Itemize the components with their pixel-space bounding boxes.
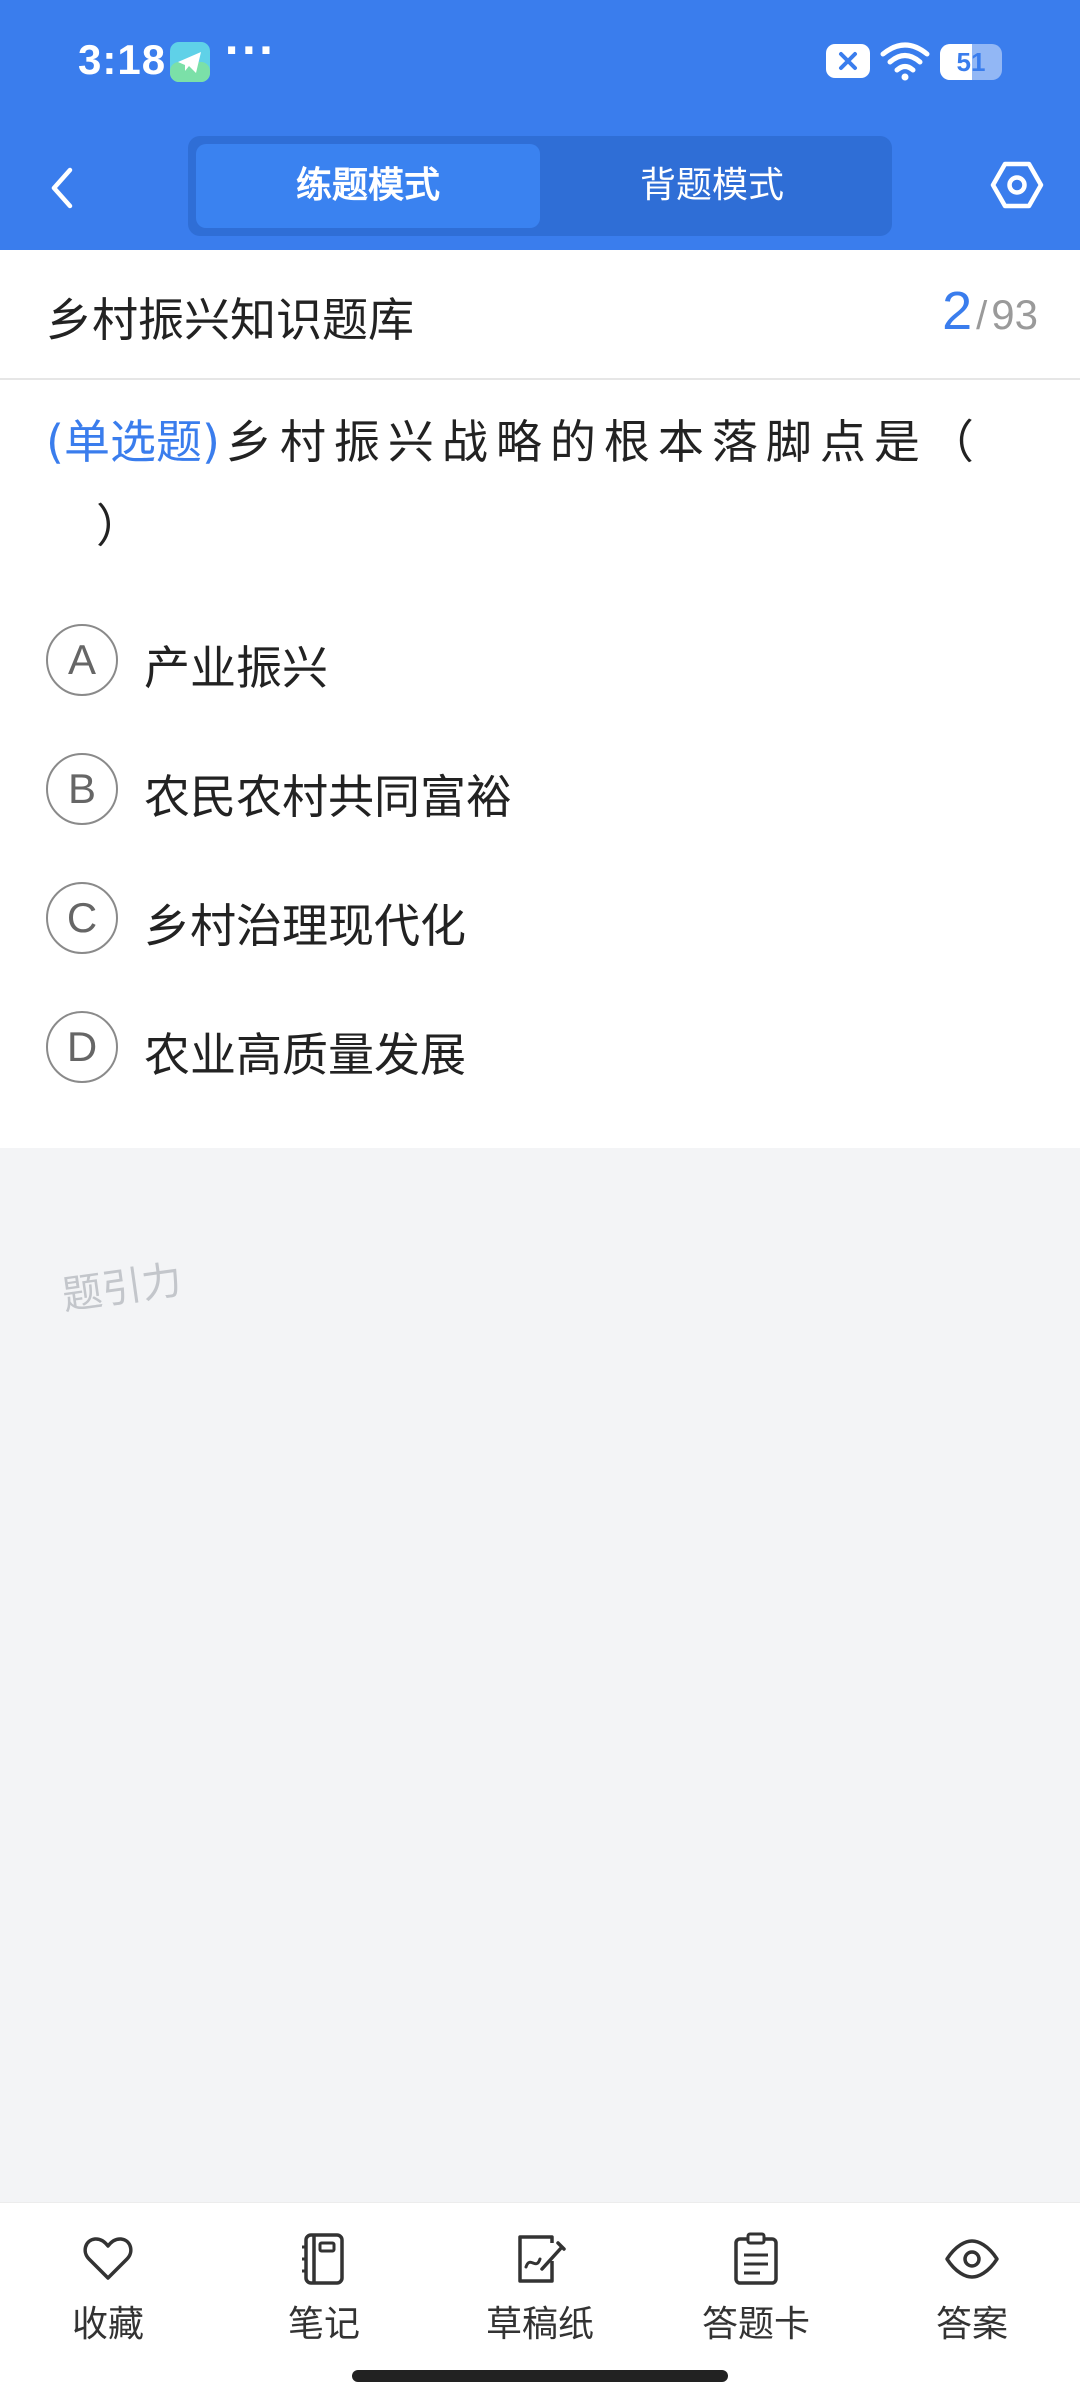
tool-label: 答案 (935, 2304, 1008, 2345)
watermark: 题引力 (59, 1257, 185, 1320)
tool-label: 草稿纸 (485, 2304, 594, 2345)
favorite-button[interactable]: 收藏 (0, 2203, 216, 2353)
notes-button[interactable]: 笔记 (216, 2203, 432, 2353)
question-bank-row: 乡村振兴知识题库 2/93 (0, 250, 1080, 380)
question-progress[interactable]: 2/93 (942, 280, 1038, 342)
home-indicator[interactable] (352, 2370, 728, 2382)
option-d[interactable]: D 农业高质量发展 (46, 1011, 1006, 1087)
option-text: 农业高质量发展 (144, 1028, 466, 1082)
answer-button[interactable]: 答案 (864, 2203, 1080, 2353)
mode-switch: 练题模式 背题模式 (188, 136, 892, 236)
tool-label: 答题卡 (701, 2304, 810, 2345)
progress-current: 2 (942, 281, 973, 341)
battery-level: 51 (956, 47, 986, 77)
question-card: 乡村振兴知识题库 2/93 (单选题) 乡村振兴战略的根本落脚点是（ ） A 产业… (0, 250, 1080, 1148)
progress-total: 93 (991, 291, 1038, 338)
header: 3:18 ··· 51 练题模式 背题模式 (0, 0, 1080, 250)
option-text: 乡村治理现代化 (144, 899, 466, 953)
back-icon[interactable] (44, 162, 80, 214)
settings-icon[interactable] (990, 158, 1044, 212)
option-b[interactable]: B 农民农村共同富裕 (46, 753, 1006, 829)
option-a[interactable]: A 产业振兴 (46, 624, 1006, 700)
sim-off-icon (826, 44, 870, 78)
question-text-closing: ） (96, 499, 150, 553)
question-text: 乡村振兴战略的根本落脚点是（ (225, 415, 982, 469)
answer-card-icon (734, 2232, 778, 2285)
option-letter: D (46, 1011, 118, 1083)
option-text: 农民农村共同富裕 (144, 770, 512, 824)
option-text: 产业振兴 (144, 641, 328, 695)
eye-icon (945, 2239, 999, 2279)
status-more-dots: ··· (224, 28, 276, 74)
tool-label: 笔记 (287, 2304, 360, 2345)
telegram-icon (170, 42, 210, 82)
tool-label: 收藏 (71, 2304, 144, 2345)
nav-bar: 练题模式 背题模式 (0, 126, 1080, 250)
battery-icon: 51 (940, 44, 1002, 80)
option-letter: C (46, 882, 118, 954)
progress-separator: / (976, 294, 988, 338)
notebook-icon (302, 2233, 344, 2285)
question-type: (单选题) (46, 415, 220, 469)
quiz-screen: 3:18 ··· 51 练题模式 背题模式 乡村振兴知识题库 2 /93 (单选… (0, 0, 1080, 2400)
status-time: 3:18 (78, 36, 167, 83)
status-bar: 3:18 ··· 51 (0, 0, 1080, 126)
tab-practice-mode[interactable]: 练题模式 (196, 144, 540, 228)
heart-icon (83, 2237, 133, 2280)
question-stem: (单选题) 乡村振兴战略的根本落脚点是（ ） (46, 400, 1036, 553)
option-c[interactable]: C 乡村治理现代化 (46, 882, 1006, 958)
tab-memorize-mode[interactable]: 背题模式 (540, 144, 884, 228)
draft-paper-button[interactable]: 草稿纸 (432, 2203, 648, 2353)
option-letter: A (46, 624, 118, 696)
question-bank-title: 乡村振兴知识题库 (46, 293, 414, 347)
answer-card-button[interactable]: 答题卡 (648, 2203, 864, 2353)
draft-paper-icon (518, 2235, 566, 2283)
wifi-icon (880, 42, 930, 81)
option-letter: B (46, 753, 118, 825)
